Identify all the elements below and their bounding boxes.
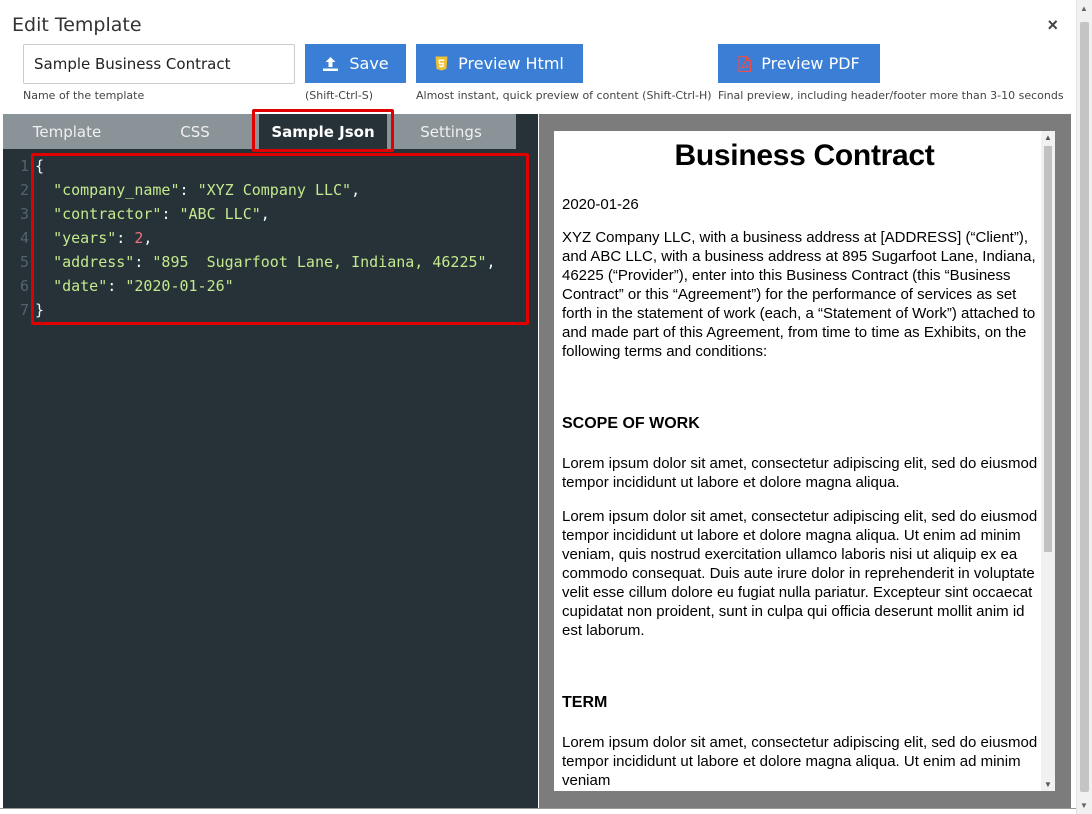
preview-html-button[interactable]: Preview Html — [416, 44, 583, 83]
template-name-input[interactable] — [23, 44, 295, 84]
upload-icon — [322, 56, 339, 72]
close-icon[interactable]: × — [1047, 15, 1058, 36]
pdf-file-icon — [738, 55, 752, 72]
line-number: 6 — [19, 277, 29, 295]
json-value: "895 Sugarfoot Lane, Indiana, 46225" — [152, 253, 487, 271]
tab-settings[interactable]: Settings — [387, 114, 515, 149]
json-value: "ABC LLC" — [179, 205, 261, 223]
code-line: 7 } — [3, 298, 538, 322]
save-button-label: Save — [349, 54, 389, 73]
tab-template[interactable]: Template — [3, 114, 131, 149]
scroll-down-icon[interactable]: ▼ — [1080, 801, 1088, 810]
dialog-title: Edit Template — [12, 14, 142, 36]
scroll-down-icon[interactable]: ▼ — [1044, 780, 1052, 789]
open-brace: { — [35, 157, 45, 175]
code-line: 4 "years": 2, — [3, 226, 538, 250]
json-key: "date" — [53, 277, 108, 295]
scope-paragraph-1: Lorem ipsum dolor sit amet, consectetur … — [562, 455, 1038, 491]
preview-pdf-button[interactable]: Preview PDF — [718, 44, 880, 83]
save-button[interactable]: Save — [305, 44, 406, 83]
close-brace: } — [35, 301, 45, 319]
scope-paragraph-2: Lorem ipsum dolor sit amet, consectetur … — [562, 508, 1038, 639]
code-line: 1 { — [3, 154, 538, 178]
scroll-up-icon[interactable]: ▲ — [1044, 133, 1052, 142]
document-date: 2020-01-26 — [562, 196, 639, 213]
code-line: 3 "contractor": "ABC LLC", — [3, 202, 538, 226]
line-number: 1 — [19, 157, 29, 175]
code-line: 2 "company_name": "XYZ Company LLC", — [3, 178, 538, 202]
line-number: 4 — [19, 229, 29, 247]
document-title: Business Contract — [674, 139, 935, 172]
json-key: "company_name" — [53, 181, 180, 199]
json-key: "address" — [53, 253, 135, 271]
html5-icon — [435, 56, 448, 71]
json-key: "years" — [53, 229, 117, 247]
line-number: 7 — [19, 301, 29, 319]
document-intro: XYZ Company LLC, with a business address… — [562, 229, 1036, 360]
scroll-up-icon[interactable]: ▲ — [1080, 4, 1088, 13]
line-number: 5 — [19, 253, 29, 271]
json-code-editor[interactable]: 1 { 2 "company_name": "XYZ Company LLC",… — [3, 154, 538, 322]
editor-pane: Template CSS Sample Json Settings 1 { 2 … — [3, 114, 538, 808]
term-paragraph-1: Lorem ipsum dolor sit amet, consectetur … — [562, 734, 1038, 789]
line-number: 3 — [19, 205, 29, 223]
tab-css[interactable]: CSS — [131, 114, 259, 149]
json-value: "2020-01-26" — [125, 277, 234, 295]
preview-pdf-hint: Final preview, including header/footer m… — [718, 89, 1064, 102]
line-number: 2 — [19, 181, 29, 199]
editor-tabs: Template CSS Sample Json Settings — [3, 114, 516, 149]
code-line: 5 "address": "895 Sugarfoot Lane, Indian… — [3, 250, 538, 274]
json-key: "contractor" — [53, 205, 162, 223]
dialog-scrollbar-thumb[interactable] — [1080, 22, 1089, 792]
preview-scrollbar[interactable]: ▲ ▼ — [1041, 131, 1055, 791]
bottom-divider — [0, 808, 1076, 814]
preview-scrollbar-thumb[interactable] — [1044, 146, 1052, 552]
preview-html-hint: Almost instant, quick preview of content… — [416, 89, 712, 102]
edit-template-dialog: Edit Template × Name of the template Sav… — [0, 0, 1092, 814]
preview-pane: Business Contract 2020-01-26 XYZ Company… — [539, 114, 1071, 808]
scope-heading: SCOPE OF WORK — [562, 415, 700, 432]
preview-html-button-label: Preview Html — [458, 54, 564, 73]
template-name-hint: Name of the template — [23, 89, 145, 102]
preview-document[interactable]: Business Contract 2020-01-26 XYZ Company… — [554, 131, 1055, 791]
save-hint: (Shift-Ctrl-S) — [305, 89, 374, 102]
code-line: 6 "date": "2020-01-26" — [3, 274, 538, 298]
dialog-scrollbar[interactable]: ▲ ▼ — [1076, 0, 1092, 814]
tab-sample-json[interactable]: Sample Json — [259, 114, 387, 149]
preview-pdf-button-label: Preview PDF — [761, 54, 860, 73]
json-value: "XYZ Company LLC" — [197, 181, 352, 199]
term-heading: TERM — [562, 694, 608, 711]
